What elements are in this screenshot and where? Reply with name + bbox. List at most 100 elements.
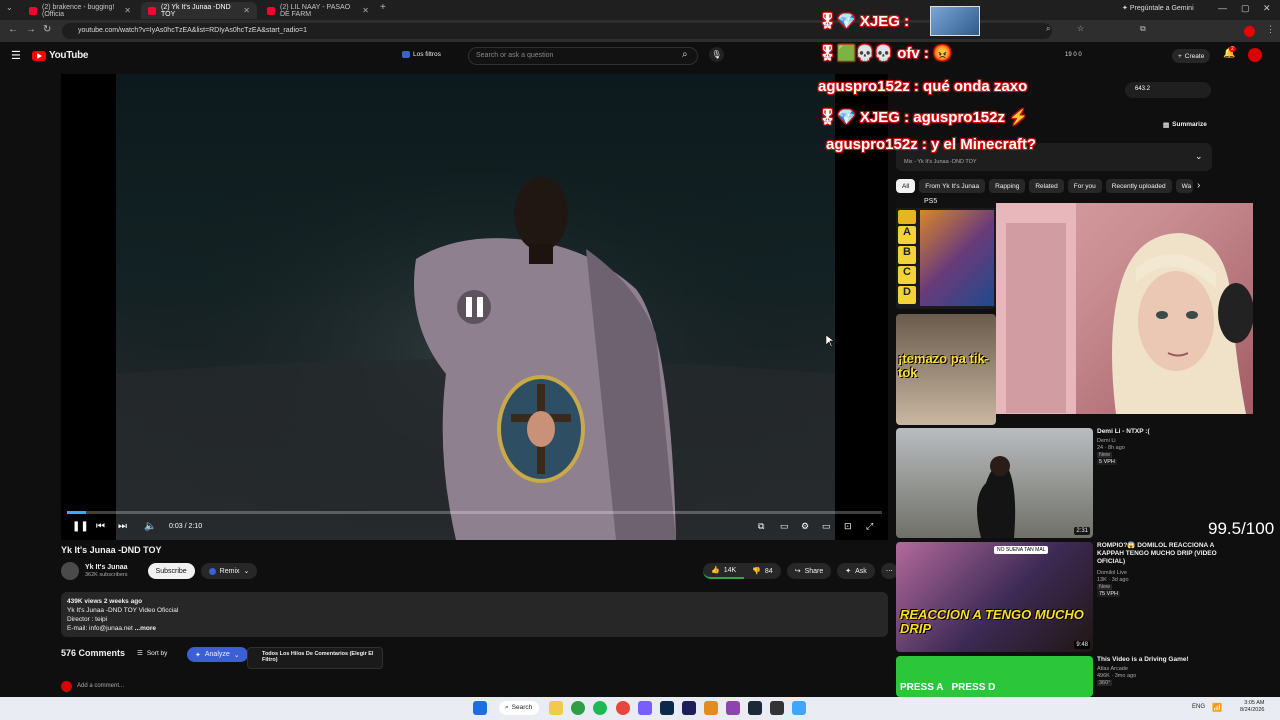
reco-title[interactable]: This Video is a Driving Game! bbox=[1097, 656, 1217, 664]
new-tab-button[interactable]: + bbox=[380, 2, 386, 13]
theater-mode-icon[interactable]: ▭ bbox=[822, 521, 831, 532]
youtube-favicon-icon bbox=[148, 6, 156, 15]
maximize-icon[interactable]: ▢ bbox=[1241, 3, 1250, 14]
wifi-icon[interactable]: 📶 bbox=[1212, 703, 1222, 712]
more-link[interactable]: ...more bbox=[135, 625, 156, 632]
ask-button[interactable]: ✦ Ask bbox=[837, 563, 875, 579]
gemini-button[interactable]: ✦ Pregúntale a Gemini bbox=[1122, 4, 1194, 12]
spotify-icon[interactable] bbox=[593, 701, 607, 715]
chevron-right-icon[interactable]: › bbox=[1197, 180, 1200, 191]
app-icon[interactable] bbox=[770, 701, 784, 715]
profile-avatar[interactable] bbox=[1244, 26, 1255, 37]
close-tab-icon[interactable]: ✕ bbox=[362, 6, 369, 15]
create-label: Create bbox=[1184, 52, 1205, 60]
app-icon[interactable] bbox=[704, 701, 718, 715]
temazo-thumbnail[interactable]: ¡temazo pa tik-tok bbox=[896, 314, 996, 425]
cast-icon[interactable]: ⊡ bbox=[844, 521, 852, 532]
description-box[interactable]: 439K views 2 weeks ago Yk It's Junaa -DN… bbox=[61, 592, 888, 637]
next-button[interactable]: ⏭ bbox=[118, 521, 127, 532]
tier-list-thumbnail[interactable]: PS5 A B C D bbox=[896, 198, 996, 309]
filters-button[interactable]: Los filtros bbox=[402, 51, 441, 58]
app-icon[interactable] bbox=[792, 701, 806, 715]
tab-lil-naay[interactable]: (2) LIL NAAY - PASAO DE FARM ✕ bbox=[260, 2, 376, 19]
channel-avatar[interactable] bbox=[61, 562, 79, 580]
browser-menu-icon[interactable]: ⋮ bbox=[1266, 24, 1275, 35]
minimize-icon[interactable]: — bbox=[1218, 3, 1227, 13]
channel-name[interactable]: Yk It's Junaa bbox=[85, 564, 128, 571]
bookmark-star-icon[interactable]: ☆ bbox=[1077, 24, 1084, 33]
photoshop-icon[interactable] bbox=[660, 701, 674, 715]
start-windows-icon[interactable] bbox=[473, 701, 487, 715]
hamburger-menu-icon[interactable]: ☰ bbox=[11, 49, 21, 62]
reco-channel[interactable]: Atlas Arcade bbox=[1097, 666, 1136, 673]
close-window-icon[interactable]: ✕ bbox=[1263, 3, 1271, 14]
chrome-icon[interactable] bbox=[571, 701, 585, 715]
tab-list-icon[interactable]: ⌄ bbox=[6, 3, 13, 12]
previous-button[interactable]: ⏮ bbox=[96, 521, 105, 532]
chat-user: aguspro152z bbox=[826, 136, 918, 153]
search-input[interactable]: Search or ask a question bbox=[468, 47, 698, 65]
close-tab-icon[interactable]: ✕ bbox=[124, 6, 131, 15]
extension-counters: 19 0 0 bbox=[1065, 52, 1082, 58]
reco-thumbnail-1[interactable]: 2:31 bbox=[896, 428, 1093, 538]
chip-all[interactable]: All bbox=[896, 179, 916, 193]
chip-recently-uploaded[interactable]: Recently uploaded bbox=[1105, 179, 1172, 193]
account-avatar[interactable] bbox=[1248, 48, 1262, 62]
chat-line-2: 🎖🟩💀💀 ofv : 😡 bbox=[818, 45, 952, 62]
settings-gear-icon[interactable]: ⚙ bbox=[801, 521, 809, 532]
app-icon[interactable] bbox=[726, 701, 740, 715]
reco-title[interactable]: ROMPIO?😱 DOMILOL REACCIONA A KAPPAH TENG… bbox=[1097, 542, 1217, 566]
steam-icon[interactable] bbox=[748, 701, 762, 715]
subscribe-button[interactable]: Subscribe bbox=[147, 563, 195, 579]
app-icon[interactable] bbox=[638, 701, 652, 715]
language-indicator[interactable]: ENG bbox=[1192, 704, 1205, 710]
chip-from-channel[interactable]: From Yk It's Junaa bbox=[919, 179, 986, 193]
chip-related[interactable]: Related bbox=[1029, 179, 1064, 193]
comment-filter-select[interactable]: Todos Los Hilos De Comentarios (Elegir E… bbox=[247, 647, 383, 669]
tier-column: A B C D bbox=[898, 210, 916, 306]
chip-for-you[interactable]: For you bbox=[1067, 179, 1102, 193]
tab-brakence[interactable]: (2) brakence - bugging! (Officia ✕ bbox=[22, 2, 138, 19]
zoom-icon[interactable]: ⌕ bbox=[1046, 24, 1050, 34]
summarize-button[interactable]: ▤ Summarize bbox=[1163, 121, 1207, 129]
sort-button[interactable]: ☰ Sort by bbox=[137, 649, 167, 658]
video-progress-bar[interactable] bbox=[67, 511, 882, 514]
reco-channel[interactable]: Domilol Live bbox=[1097, 570, 1129, 577]
extensions-icon[interactable]: ⧉ bbox=[1140, 24, 1146, 34]
premiere-icon[interactable] bbox=[682, 701, 696, 715]
search-icon[interactable]: ⌕ bbox=[682, 49, 688, 60]
thumbs-up-icon: 👍 bbox=[711, 567, 720, 574]
forward-icon[interactable]: → bbox=[26, 24, 36, 35]
reco-channel[interactable]: Demi Li bbox=[1097, 438, 1125, 445]
fullscreen-icon[interactable]: ⤢ bbox=[866, 521, 873, 532]
reco-thumbnail-3[interactable]: PRESS A PRESS D bbox=[896, 656, 1093, 697]
file-explorer-icon[interactable] bbox=[549, 701, 563, 715]
taskbar-search[interactable]: ⌕ Search bbox=[499, 701, 539, 715]
pause-overlay-icon[interactable] bbox=[457, 290, 491, 324]
like-button[interactable]: 👍 14K bbox=[703, 563, 745, 579]
taskbar-clock[interactable]: 3:05 AM 8/24/2026 bbox=[1240, 700, 1264, 714]
pause-button[interactable]: ❚❚ bbox=[72, 521, 89, 532]
close-tab-icon[interactable]: ✕ bbox=[243, 6, 250, 15]
tab-dnd-toy[interactable]: (2) Yk It's Junaa -DND TOY ✕ bbox=[141, 2, 257, 19]
reco-thumbnail-2[interactable]: NO SUENA TAN MAL REACCION A TENGO MUCHO … bbox=[896, 542, 1093, 652]
create-button[interactable]: + Create bbox=[1172, 49, 1211, 63]
miniplayer-icon[interactable]: ⧉ bbox=[758, 521, 764, 532]
back-icon[interactable]: ← bbox=[8, 24, 18, 35]
video-player[interactable]: ❚❚ ⏮ ⏭ 🔈 0:03 / 2:10 ⧉ ▭ ⚙ ▭ ⊡ ⤢ bbox=[61, 74, 888, 540]
youtube-logo[interactable]: YouTube bbox=[32, 50, 89, 61]
remix-button[interactable]: Remix ⌄ bbox=[200, 563, 258, 579]
dislike-button[interactable]: 👎 84 bbox=[744, 563, 781, 579]
captions-icon[interactable]: ▭ bbox=[780, 521, 789, 532]
volume-icon[interactable]: 🔈 bbox=[144, 521, 156, 532]
microphone-icon[interactable]: 🎙 bbox=[709, 47, 724, 62]
app-icon[interactable] bbox=[616, 701, 630, 715]
chip-rapping[interactable]: Rapping bbox=[989, 179, 1026, 193]
reload-icon[interactable]: ↻ bbox=[43, 24, 51, 35]
reco-title[interactable]: Demi Li - NTXP :( bbox=[1097, 428, 1217, 436]
chevron-down-icon[interactable]: ⌄ bbox=[1195, 151, 1203, 162]
analyze-button[interactable]: ✦ Analyze ⌄ bbox=[187, 647, 248, 662]
add-comment-input[interactable]: Add a comment... bbox=[77, 683, 124, 689]
share-button[interactable]: ↪ Share bbox=[786, 563, 832, 579]
chip-watched[interactable]: Wa bbox=[1175, 179, 1194, 193]
